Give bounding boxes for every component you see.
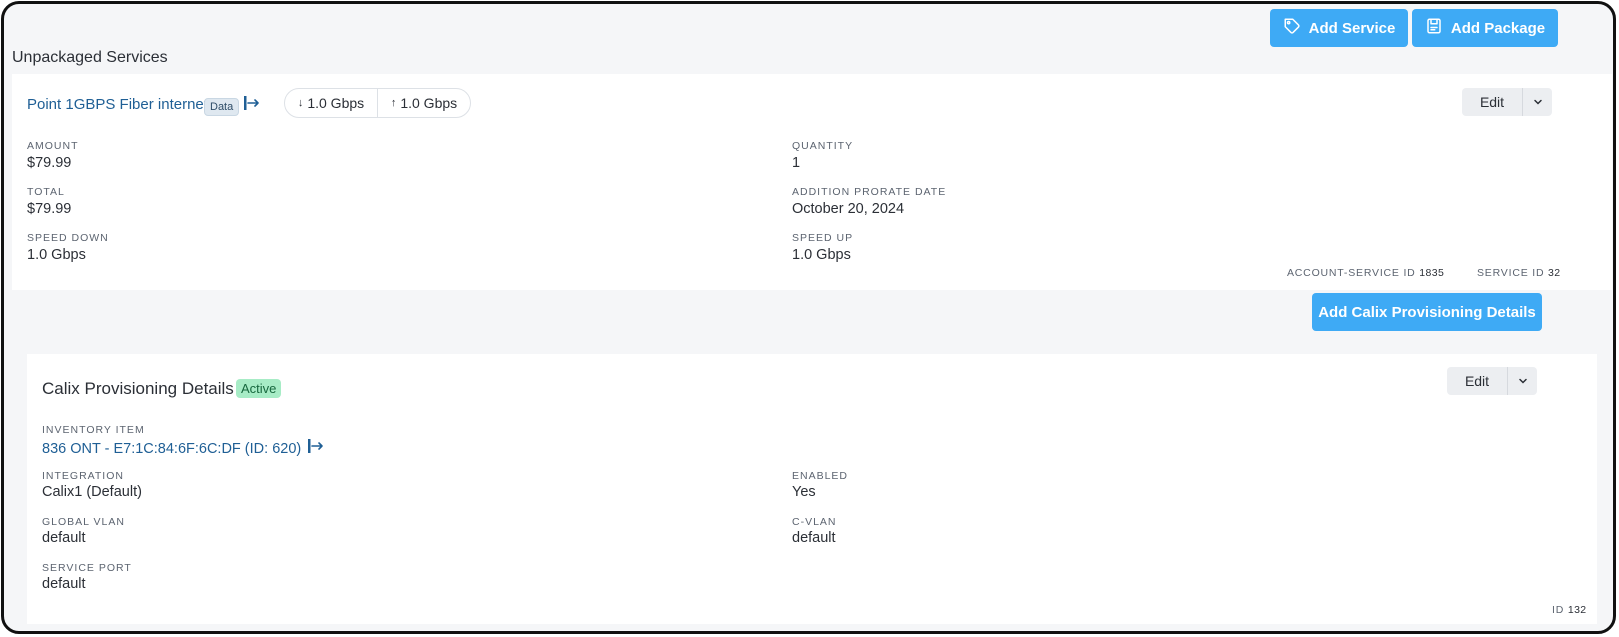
account-service-id-value: 1835 — [1419, 267, 1445, 279]
calix-edit-button[interactable]: Edit — [1447, 367, 1507, 395]
calix-id-value: 132 — [1567, 604, 1587, 616]
amount-value: $79.99 — [27, 155, 72, 171]
speed-up-value: 1.0 Gbps — [400, 95, 458, 111]
speed-up-label: SPEED UP — [792, 232, 854, 244]
speed-up-segment: ↑ 1.0 Gbps — [377, 89, 470, 117]
add-service-button[interactable]: Add Service — [1270, 9, 1408, 47]
speed-up-field-value: 1.0 Gbps — [792, 247, 851, 263]
app-frame: Add Service Add Package Unpackaged Servi… — [1, 1, 1616, 634]
service-card: Point 1GBPS Fiber internet Data ↓ 1.0 Gb… — [12, 74, 1612, 290]
status-badge: Active — [236, 379, 282, 398]
service-port-value: default — [42, 576, 86, 592]
calix-provisioning-card: Calix Provisioning Details Active Edit I… — [27, 354, 1597, 624]
service-edit-button[interactable]: Edit — [1462, 88, 1522, 116]
integration-label: INTEGRATION — [42, 470, 124, 482]
service-id-value: 32 — [1548, 267, 1561, 279]
quantity-value: 1 — [792, 155, 801, 171]
global-vlan-value: default — [42, 530, 86, 546]
chevron-down-icon — [1518, 378, 1527, 384]
c-vlan-label: C-VLAN — [792, 516, 837, 528]
add-package-label: Add Package — [1450, 19, 1546, 37]
speed-down-segment: ↓ 1.0 Gbps — [285, 89, 377, 117]
integration-value: Calix1 (Default) — [42, 484, 142, 500]
speed-down-label: SPEED DOWN — [27, 232, 109, 244]
amount-label: AMOUNT — [27, 140, 79, 152]
account-service-id-label: ACCOUNT-SERVICE ID — [1287, 267, 1416, 279]
arrow-up-icon: ↑ — [390, 97, 397, 109]
speed-down-field-value: 1.0 Gbps — [27, 247, 86, 263]
tag-icon — [1283, 17, 1301, 39]
service-edit-group: Edit — [1462, 88, 1552, 116]
add-package-button[interactable]: Add Package — [1412, 9, 1558, 47]
service-edit-dropdown[interactable] — [1522, 88, 1552, 116]
section-heading: Unpackaged Services — [12, 49, 168, 66]
service-id-label: SERVICE ID — [1477, 267, 1545, 279]
package-icon — [1425, 17, 1443, 39]
add-service-label: Add Service — [1308, 19, 1396, 37]
global-vlan-label: GLOBAL VLAN — [42, 516, 125, 528]
external-link-icon[interactable] — [307, 438, 325, 459]
add-calix-provisioning-button[interactable]: Add Calix Provisioning Details — [1312, 293, 1542, 331]
calix-edit-group: Edit — [1447, 367, 1537, 395]
c-vlan-value: default — [792, 530, 836, 546]
service-type-badge: Data — [204, 98, 240, 116]
external-link-icon[interactable] — [243, 95, 261, 115]
calix-id: ID 132 — [1552, 604, 1587, 616]
inventory-item-link[interactable]: 836 ONT - E7:1C:84:6F:6C:DF (ID: 620) — [42, 441, 301, 457]
calix-id-label: ID — [1552, 604, 1565, 616]
quantity-label: QUANTITY — [792, 140, 854, 152]
arrow-down-icon: ↓ — [297, 97, 304, 109]
service-port-label: SERVICE PORT — [42, 562, 132, 574]
calix-card-title: Calix Provisioning Details — [42, 379, 234, 398]
calix-edit-dropdown[interactable] — [1507, 367, 1537, 395]
service-id: SERVICE ID 32 — [1477, 267, 1561, 279]
enabled-label: ENABLED — [792, 470, 849, 482]
inventory-item-row: 836 ONT - E7:1C:84:6F:6C:DF (ID: 620) — [42, 438, 325, 459]
service-name-link[interactable]: Point 1GBPS Fiber internet — [27, 96, 208, 113]
inventory-item-label: INVENTORY ITEM — [42, 424, 145, 436]
addition-prorate-value: October 20, 2024 — [792, 201, 905, 217]
chevron-down-icon — [1533, 99, 1542, 105]
total-value: $79.99 — [27, 201, 72, 217]
speed-pill: ↓ 1.0 Gbps ↑ 1.0 Gbps — [284, 88, 471, 118]
account-service-id: ACCOUNT-SERVICE ID 1835 — [1287, 267, 1444, 279]
total-label: TOTAL — [27, 186, 65, 198]
speed-down-value: 1.0 Gbps — [307, 95, 365, 111]
addition-prorate-label: ADDITION PRORATE DATE — [792, 186, 947, 198]
enabled-value: Yes — [792, 484, 816, 500]
